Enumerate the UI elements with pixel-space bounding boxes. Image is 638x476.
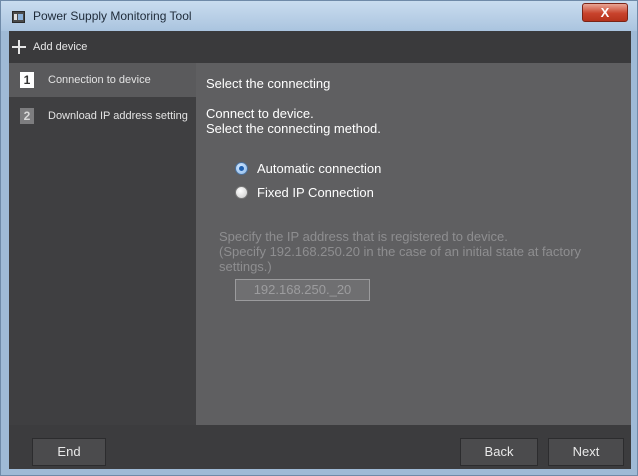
radio-label: Automatic connection xyxy=(257,161,382,176)
title-bar[interactable]: Power Supply Monitoring Tool X xyxy=(1,1,637,31)
page-title: Select the connecting xyxy=(206,76,331,91)
window-title: Power Supply Monitoring Tool xyxy=(33,9,192,23)
add-device-button[interactable]: Add device xyxy=(12,37,87,57)
back-button[interactable]: Back xyxy=(460,438,538,466)
toolbar: Add device xyxy=(9,31,631,63)
app-icon xyxy=(12,11,25,23)
sidebar-step-download-ip[interactable]: 2 Download IP address setting xyxy=(9,99,196,133)
hint-line: Specify the IP address that is registere… xyxy=(219,229,508,244)
instructions: Connect to device. Select the connecting… xyxy=(206,106,381,136)
client-area: Add device 1 Connection to device 2 Down… xyxy=(9,31,631,469)
automatic-connection-option[interactable]: Automatic connection xyxy=(235,161,381,176)
step-label: Download IP address setting xyxy=(48,110,188,122)
step-number: 2 xyxy=(20,108,34,124)
steps-sidebar: 1 Connection to device 2 Download IP add… xyxy=(9,63,196,425)
sidebar-step-connection[interactable]: 1 Connection to device xyxy=(9,63,196,97)
close-button[interactable]: X xyxy=(582,3,628,22)
instruction-line: Connect to device. xyxy=(206,106,314,121)
instruction-line: Select the connecting method. xyxy=(206,121,381,136)
next-button[interactable]: Next xyxy=(548,438,624,466)
end-button[interactable]: End xyxy=(32,438,106,466)
button-bar: End Back Next xyxy=(9,425,631,469)
step-label: Connection to device xyxy=(48,74,151,86)
step-number: 1 xyxy=(20,72,34,88)
main-panel: Select the connecting Connect to device.… xyxy=(196,63,631,425)
ip-address-hint: Specify the IP address that is registere… xyxy=(219,229,624,274)
radio-unselected-icon[interactable] xyxy=(235,186,248,199)
plus-icon xyxy=(12,40,26,54)
radio-label: Fixed IP Connection xyxy=(257,185,374,200)
app-window: Power Supply Monitoring Tool X Add devic… xyxy=(0,0,638,476)
ip-address-field[interactable]: 192.168.250._20 xyxy=(235,279,370,301)
fixed-ip-connection-option[interactable]: Fixed IP Connection xyxy=(235,185,374,200)
hint-line: (Specify 192.168.250.20 in the case of a… xyxy=(219,244,582,274)
add-device-label: Add device xyxy=(33,41,88,53)
radio-selected-icon[interactable] xyxy=(235,162,248,175)
